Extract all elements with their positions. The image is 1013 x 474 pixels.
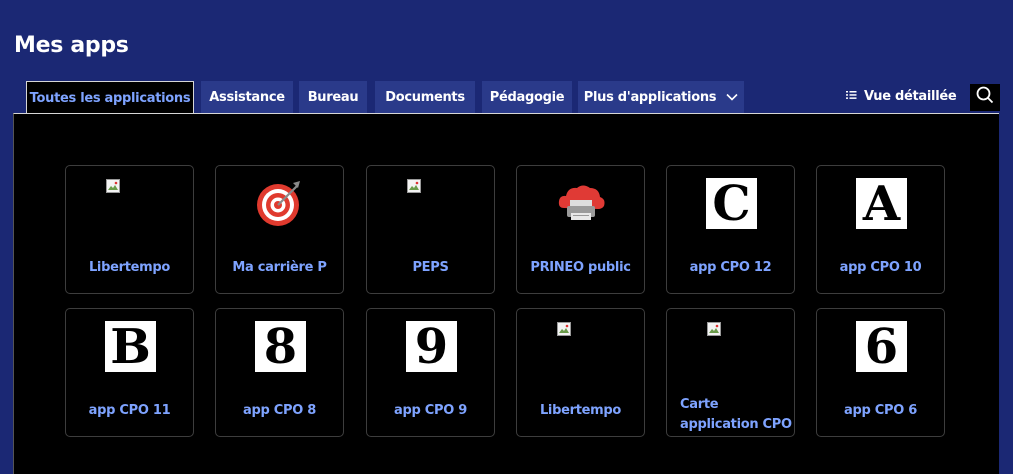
app-logo-letter: C <box>706 178 757 229</box>
tab-label: Plus d'applications <box>583 89 717 105</box>
app-label: Ma carrière P <box>232 260 327 275</box>
app-card-carte-cpo[interactable]: Carte application CPO <box>666 308 795 437</box>
tab-label: Assistance <box>209 89 285 105</box>
apps-panel: Libertempo Ma carrière P PEPS PRINEO pub… <box>13 113 999 474</box>
app-card-peps[interactable]: PEPS <box>366 165 495 294</box>
broken-image-icon <box>106 179 120 193</box>
tab-bureau[interactable]: Bureau <box>299 81 367 113</box>
app-label: Libertempo <box>88 260 171 275</box>
app-card-libertempo[interactable]: Libertempo <box>65 165 194 294</box>
search-icon <box>976 86 994 109</box>
broken-image-icon <box>407 179 421 193</box>
app-card-cpo-8[interactable]: 8 app CPO 8 <box>215 308 344 437</box>
tab-pedagogie[interactable]: Pédagogie <box>482 81 572 113</box>
cloud-printer-icon <box>556 178 606 230</box>
app-label: app CPO 12 <box>689 260 772 275</box>
app-label: PEPS <box>412 260 449 275</box>
tab-documents[interactable]: Documents <box>375 81 475 113</box>
detailed-view-label: Vue détaillée <box>864 89 957 104</box>
chevron-down-icon <box>726 93 738 101</box>
app-label: app CPO 6 <box>844 403 917 418</box>
app-card-cpo-11[interactable]: B app CPO 11 <box>65 308 194 437</box>
page-title: Mes apps <box>14 33 129 58</box>
app-label: Libertempo <box>539 403 622 418</box>
app-logo-letter: 6 <box>856 321 907 372</box>
app-logo-letter: 8 <box>255 321 306 372</box>
app-card-cpo-10[interactable]: A app CPO 10 <box>816 165 945 294</box>
app-card-libertempo-2[interactable]: Libertempo <box>516 308 645 437</box>
app-logo-letter: A <box>856 178 907 229</box>
broken-image-icon <box>557 322 571 336</box>
target-icon <box>255 178 305 230</box>
tab-all-apps[interactable]: Toutes les applications <box>26 81 194 115</box>
app-label: app CPO 10 <box>839 260 922 275</box>
tab-label: Documents <box>385 89 465 105</box>
app-logo-letter: 9 <box>406 321 457 372</box>
app-label: Carte application CPO <box>680 397 792 432</box>
broken-image-icon <box>707 322 721 336</box>
detailed-view-toggle[interactable]: Vue détaillée <box>846 89 957 104</box>
tab-more-apps[interactable]: Plus d'applications <box>578 81 744 113</box>
tab-label: Bureau <box>307 89 359 105</box>
app-label: app CPO 9 <box>394 403 467 418</box>
app-card-prineo[interactable]: PRINEO public <box>516 165 645 294</box>
app-logo-letter: B <box>105 321 156 372</box>
app-label: PRINEO public <box>530 260 631 275</box>
search-button[interactable] <box>970 84 1000 111</box>
list-icon <box>846 89 857 104</box>
tab-label: Pédagogie <box>489 89 565 105</box>
tab-assistance[interactable]: Assistance <box>201 81 293 113</box>
tab-label: Toutes les applications <box>29 91 191 106</box>
app-card-cpo-6[interactable]: 6 app CPO 6 <box>816 308 945 437</box>
app-card-ma-carriere[interactable]: Ma carrière P <box>215 165 344 294</box>
app-label: app CPO 8 <box>243 403 316 418</box>
app-card-cpo-9[interactable]: 9 app CPO 9 <box>366 308 495 437</box>
app-card-cpo-12[interactable]: C app CPO 12 <box>666 165 795 294</box>
app-label: app CPO 11 <box>88 403 171 418</box>
